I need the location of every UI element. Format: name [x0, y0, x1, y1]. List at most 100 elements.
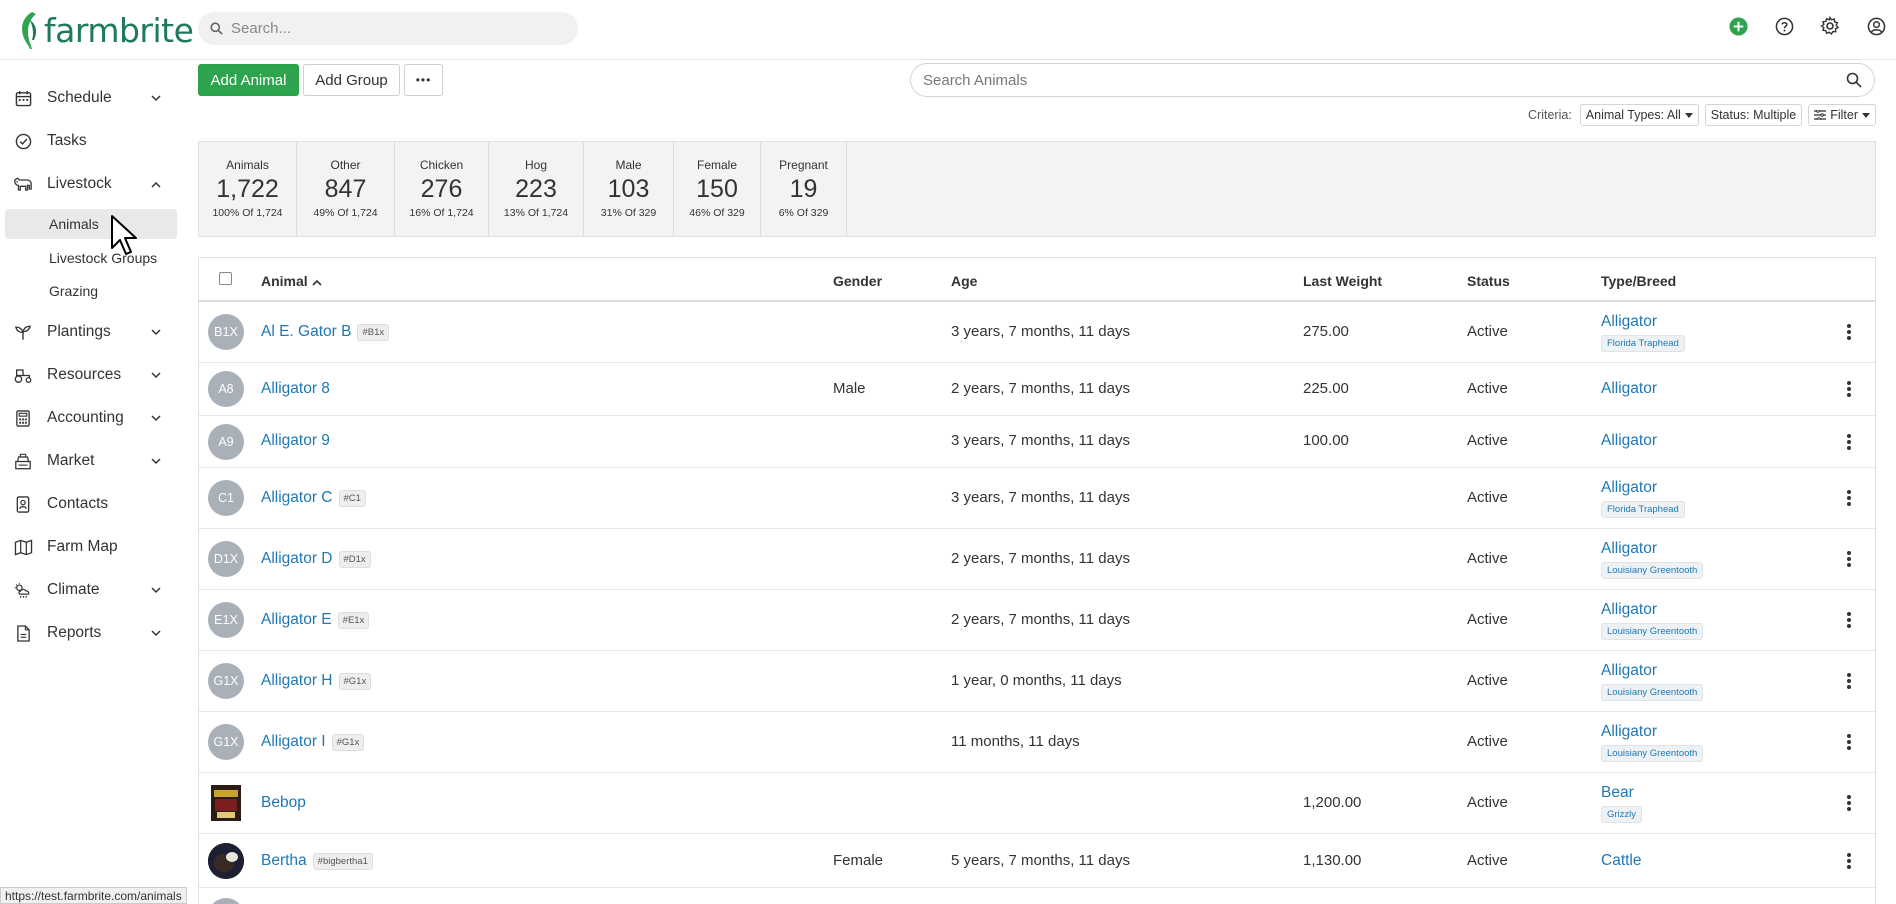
- table-row[interactable]: Bertha #bigbertha1 Female 5 years, 7 mont…: [199, 834, 1875, 888]
- sidebar-item-reports[interactable]: Reports: [0, 616, 182, 650]
- animal-name: Bebop: [261, 794, 306, 811]
- column-header-age[interactable]: Age: [951, 273, 977, 289]
- help-icon[interactable]: [1772, 14, 1796, 38]
- type-link[interactable]: Alligator: [1601, 380, 1657, 398]
- row-actions-icon[interactable]: [1846, 673, 1852, 689]
- column-header-status[interactable]: Status: [1467, 273, 1510, 289]
- logo-text: farmbrite: [44, 10, 194, 50]
- animal-name-link[interactable]: Alligator C #C1: [261, 489, 366, 507]
- weather-icon: [13, 580, 33, 600]
- breed-tag[interactable]: Louisiany Greentooth: [1601, 562, 1704, 579]
- animal-name-link[interactable]: Alligator E #E1x: [261, 611, 370, 629]
- animal-name-link[interactable]: Alligator I #G1x: [261, 733, 365, 751]
- sidebar-item-accounting[interactable]: Accounting: [0, 401, 182, 435]
- animal-name-link[interactable]: Bertha #bigbertha1: [261, 852, 373, 870]
- animal-name-link[interactable]: Al E. Gator B #B1x: [261, 323, 390, 341]
- row-actions-icon[interactable]: [1846, 612, 1852, 628]
- stat-pregnant[interactable]: Pregnant 19 6% Of 329: [761, 142, 847, 236]
- row-actions-icon[interactable]: [1846, 551, 1852, 567]
- row-actions-icon[interactable]: [1846, 853, 1852, 869]
- user-icon[interactable]: [1864, 14, 1888, 38]
- sidebar-item-tasks[interactable]: Tasks: [0, 124, 182, 158]
- table-row[interactable]: G1X Alligator H #G1x 1 year, 0 months, 11…: [199, 651, 1875, 712]
- table-row[interactable]: C1 Alligator C #C1 3 years, 7 months, 11 …: [199, 468, 1875, 529]
- select-all-checkbox[interactable]: [219, 272, 232, 285]
- row-actions-icon[interactable]: [1846, 795, 1852, 811]
- column-header-animal[interactable]: Animal: [261, 273, 322, 289]
- animal-name-link[interactable]: Bebop: [261, 794, 306, 812]
- global-search[interactable]: [198, 12, 578, 45]
- sidebar: Schedule Tasks Livestock Animals Livesto…: [0, 61, 182, 904]
- chevron-down-icon: [150, 412, 162, 424]
- stat-male[interactable]: Male 103 31% Of 329: [584, 142, 674, 236]
- type-link[interactable]: Alligator: [1601, 313, 1657, 331]
- breed-tag[interactable]: Louisiany Greentooth: [1601, 623, 1704, 640]
- type-breed-cell: Alligator Louisiany Greentooth: [1601, 662, 1704, 701]
- row-actions-icon[interactable]: [1846, 490, 1852, 506]
- stat-chicken[interactable]: Chicken 276 16% Of 1,724: [395, 142, 489, 236]
- type-link[interactable]: Alligator: [1601, 723, 1657, 741]
- animal-name-link[interactable]: Alligator D #D1x: [261, 550, 371, 568]
- table-row[interactable]: D1X Alligator D #D1x 2 years, 7 months, 1…: [199, 529, 1875, 590]
- status-dropdown[interactable]: Status: Multiple: [1704, 104, 1803, 126]
- animal-name-link[interactable]: Alligator 9: [261, 432, 330, 450]
- sidebar-item-schedule[interactable]: Schedule: [0, 81, 182, 115]
- add-circle-icon[interactable]: [1726, 14, 1750, 38]
- sidebar-item-climate[interactable]: Climate: [0, 573, 182, 607]
- column-header-last-weight[interactable]: Last Weight: [1303, 273, 1382, 289]
- sidebar-subitem-animals[interactable]: Animals: [5, 209, 177, 239]
- add-group-button[interactable]: Add Group: [303, 64, 400, 96]
- stat-animals[interactable]: Animals 1,722 100% Of 1,724: [199, 142, 297, 236]
- sidebar-item-plantings[interactable]: Plantings: [0, 315, 182, 349]
- breed-tag[interactable]: Florida Traphead: [1601, 335, 1685, 352]
- sidebar-item-market[interactable]: Market: [0, 444, 182, 478]
- type-link[interactable]: Alligator: [1601, 601, 1657, 619]
- sidebar-subitem-livestock-groups[interactable]: Livestock Groups: [5, 243, 177, 273]
- animal-types-dropdown[interactable]: Animal Types: All: [1579, 104, 1699, 126]
- table-row-partial[interactable]: [199, 888, 1875, 904]
- sidebar-item-livestock[interactable]: Livestock: [0, 167, 182, 201]
- type-link[interactable]: Alligator: [1601, 479, 1657, 497]
- breed-tag[interactable]: Grizzly: [1601, 806, 1643, 823]
- row-actions-icon[interactable]: [1846, 734, 1852, 750]
- table-row[interactable]: A9 Alligator 9 3 years, 7 months, 11 day…: [199, 416, 1875, 468]
- table-row[interactable]: E1X Alligator E #E1x 2 years, 7 months, 1…: [199, 590, 1875, 651]
- sidebar-item-contacts[interactable]: Contacts: [0, 487, 182, 521]
- row-actions-icon[interactable]: [1846, 434, 1852, 450]
- add-animal-button[interactable]: Add Animal: [198, 64, 299, 96]
- type-link[interactable]: Alligator: [1601, 662, 1657, 680]
- global-search-input[interactable]: [231, 20, 551, 37]
- stat-hog[interactable]: Hog 223 13% Of 1,724: [489, 142, 584, 236]
- breed-tag[interactable]: Louisiany Greentooth: [1601, 745, 1704, 762]
- stat-female[interactable]: Female 150 46% Of 329: [674, 142, 761, 236]
- breed-tag[interactable]: Florida Traphead: [1601, 501, 1685, 518]
- table-row[interactable]: G1X Alligator I #G1x 11 months, 11 days A…: [199, 712, 1875, 773]
- more-actions-button[interactable]: •••: [404, 64, 443, 96]
- gear-icon[interactable]: [1818, 14, 1842, 38]
- table-row[interactable]: B1X Al E. Gator B #B1x 3 years, 7 months,…: [199, 302, 1875, 363]
- type-link[interactable]: Cattle: [1601, 852, 1642, 870]
- column-header-gender[interactable]: Gender: [833, 273, 882, 289]
- column-header-type-breed[interactable]: Type/Breed: [1601, 273, 1676, 289]
- table-row[interactable]: A8 Alligator 8 Male 2 years, 7 months, 1…: [199, 363, 1875, 416]
- animal-search[interactable]: [910, 63, 1875, 97]
- breed-tag[interactable]: Louisiany Greentooth: [1601, 684, 1704, 701]
- type-link[interactable]: Bear: [1601, 784, 1634, 802]
- sidebar-item-resources[interactable]: Resources: [0, 358, 182, 392]
- row-actions-icon[interactable]: [1846, 324, 1852, 340]
- type-link[interactable]: Alligator: [1601, 432, 1657, 450]
- animal-name-link[interactable]: Alligator 8: [261, 380, 330, 398]
- animal-name-link[interactable]: Alligator H #G1x: [261, 672, 372, 690]
- filter-dropdown[interactable]: Filter: [1808, 104, 1876, 126]
- animal-search-input[interactable]: [923, 71, 1823, 89]
- farmbrite-logo[interactable]: farmbrite: [18, 6, 194, 54]
- type-link[interactable]: Alligator: [1601, 540, 1657, 558]
- row-actions-icon[interactable]: [1846, 381, 1852, 397]
- sidebar-subitem-grazing[interactable]: Grazing: [5, 276, 177, 306]
- stat-other[interactable]: Other 847 49% Of 1,724: [297, 142, 395, 236]
- chevron-down-icon: [150, 455, 162, 467]
- search-icon[interactable]: [1846, 72, 1862, 92]
- stat-label: Female: [696, 158, 737, 172]
- sidebar-item-farm-map[interactable]: Farm Map: [0, 530, 182, 564]
- table-row[interactable]: Bebop 1,200.00 Active Bear Grizzly: [199, 773, 1875, 834]
